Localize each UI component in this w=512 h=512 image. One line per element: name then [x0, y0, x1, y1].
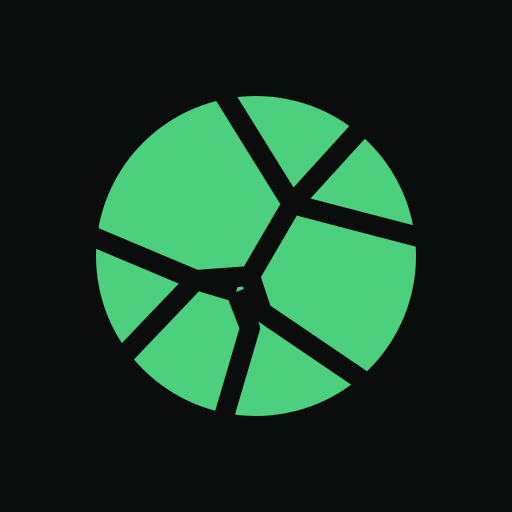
app-icon-canvas — [0, 0, 512, 512]
cracked-globe-logo-icon — [94, 94, 418, 418]
